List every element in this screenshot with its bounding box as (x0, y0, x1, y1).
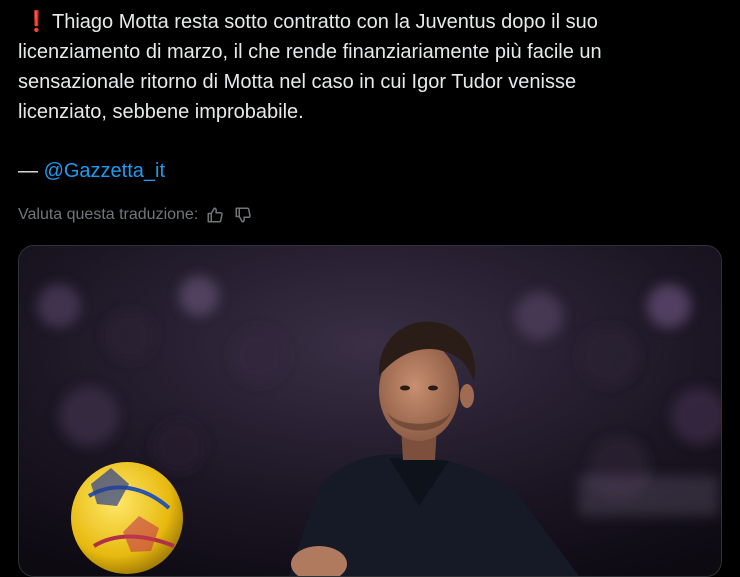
source-handle-link[interactable]: @Gazzetta_it (44, 160, 165, 182)
source-line: — @Gazzetta_it (18, 156, 165, 186)
tweet-line-4: licenziato, sebbene improbabile. (18, 101, 304, 123)
tweet-line-3: sensazionale ritorno di Motta nel caso i… (18, 71, 577, 93)
source-prefix: — (18, 160, 44, 182)
exclamation-icon: ❗ (24, 11, 49, 33)
translation-feedback: Valuta questa traduzione: (18, 204, 254, 226)
translation-feedback-label: Valuta questa traduzione: (18, 206, 199, 223)
tweet-line-2: licenziamento di marzo, il che rende fin… (18, 41, 602, 63)
tweet-text: ❗ Thiago Motta resta sotto contratto con … (18, 7, 718, 127)
tweet-media-photo[interactable] (18, 245, 722, 577)
photo-illustration (19, 246, 721, 576)
thumbs-up-icon[interactable] (204, 204, 226, 226)
tweet-line-1: ❗ Thiago Motta resta sotto contratto con … (18, 7, 718, 37)
thumbs-down-icon[interactable] (232, 204, 254, 226)
